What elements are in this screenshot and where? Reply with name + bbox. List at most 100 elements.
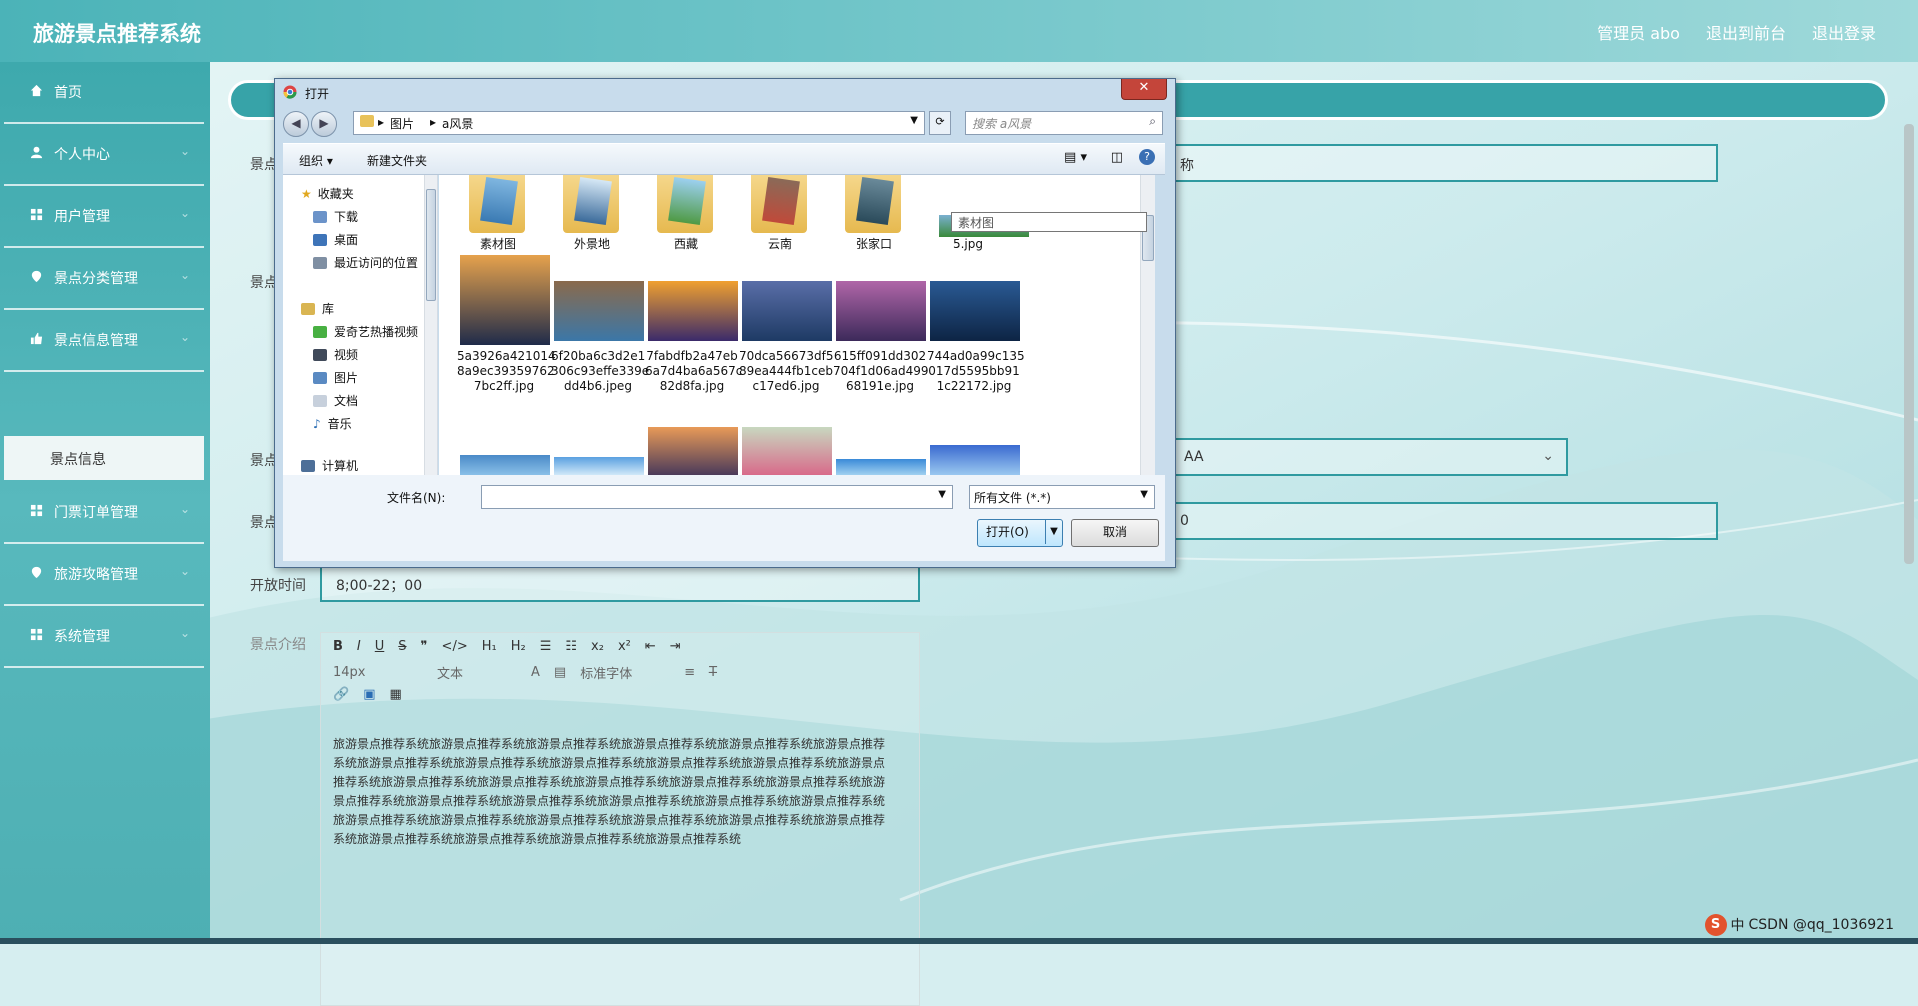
font-color-icon[interactable]: A: [531, 665, 540, 680]
image-thumbnail[interactable]: [742, 427, 832, 475]
category-select[interactable]: AA ⌄: [1170, 438, 1568, 476]
h1-button[interactable]: H₁: [482, 639, 497, 654]
cancel-button[interactable]: 取消: [1071, 519, 1159, 547]
editor-content[interactable]: 旅游景点推荐系统旅游景点推荐系统旅游景点推荐系统旅游景点推荐系统旅游景点推荐系统…: [333, 735, 893, 849]
rich-text-editor[interactable]: B I U S ❞ </> H₁ H₂ ☰ ☷ x₂ x² ⇤ ⇥ 14px 文…: [320, 632, 920, 1006]
refresh-button[interactable]: ⟳: [929, 111, 951, 135]
folder-item[interactable]: [653, 175, 717, 243]
font-size-select[interactable]: 14px: [333, 665, 423, 680]
file-label[interactable]: 615ff091dd302 704f1d06ad499 68191e.jpg: [833, 349, 929, 394]
quote-button[interactable]: ❞: [421, 639, 428, 654]
bullet-list-button[interactable]: ☷: [565, 639, 577, 654]
image-thumbnail[interactable]: [648, 427, 738, 475]
price-field[interactable]: 0: [1170, 502, 1718, 540]
open-button[interactable]: 打开(O) ▼: [977, 519, 1063, 547]
sidebar-item-guides[interactable]: 旅游攻略管理 ⌄: [4, 544, 204, 606]
underline-button[interactable]: U: [375, 639, 385, 654]
image-thumbnail[interactable]: [648, 281, 738, 341]
tree-item-downloads[interactable]: 下载: [313, 208, 358, 225]
ordered-list-button[interactable]: ☰: [540, 639, 552, 654]
align-icon[interactable]: ≡: [684, 665, 695, 680]
help-icon[interactable]: ?: [1139, 149, 1155, 165]
ime-language[interactable]: 中: [1731, 915, 1745, 935]
preview-pane-icon[interactable]: ◫: [1111, 150, 1123, 165]
folder-item[interactable]: [559, 175, 623, 243]
chevron-down-icon[interactable]: ▼: [1045, 520, 1062, 544]
outdent-button[interactable]: ⇤: [645, 639, 656, 654]
close-button[interactable]: ✕: [1121, 79, 1167, 100]
sidebar-item-category[interactable]: 景点分类管理 ⌄: [4, 248, 204, 310]
tree-item-documents[interactable]: 文档: [313, 392, 358, 409]
tree-item-desktop[interactable]: 桌面: [313, 231, 358, 248]
code-button[interactable]: </>: [442, 639, 468, 654]
image-thumbnail[interactable]: [836, 281, 926, 341]
image-thumbnail[interactable]: [742, 281, 832, 341]
folder-item[interactable]: [747, 175, 811, 243]
sidebar-item-personal[interactable]: 个人中心 ⌄: [4, 124, 204, 186]
image-thumbnail[interactable]: [460, 255, 550, 345]
image-thumbnail[interactable]: [554, 457, 644, 475]
name-field[interactable]: 称: [1170, 144, 1718, 182]
folder-item[interactable]: [465, 175, 529, 243]
italic-button[interactable]: I: [357, 639, 361, 654]
sidebar-item-home[interactable]: 首页: [4, 62, 204, 124]
chevron-down-icon[interactable]: ▼: [938, 489, 946, 500]
tree-item-favorites[interactable]: ★ 收藏夹: [301, 185, 354, 202]
clear-format-icon[interactable]: T̶: [709, 665, 717, 680]
chevron-down-icon[interactable]: ▼: [910, 115, 918, 126]
superscript-button[interactable]: x²: [618, 639, 631, 654]
page-scrollbar[interactable]: [1904, 124, 1914, 564]
breadcrumb-pictures[interactable]: 图片: [390, 115, 414, 132]
strike-button[interactable]: S: [398, 639, 406, 654]
admin-user-label[interactable]: 管理员 abo: [1597, 20, 1680, 44]
tree-item-videos[interactable]: 视频: [313, 346, 358, 363]
breadcrumb-folder[interactable]: a风景: [442, 115, 473, 132]
bold-button[interactable]: B: [333, 639, 343, 654]
file-label[interactable]: 7fabdfb2a47eb 6a7d4ba6a567c 82d8fa.jpg: [645, 349, 742, 394]
tree-item-pictures[interactable]: 图片: [313, 369, 358, 386]
image-thumbnail[interactable]: [460, 455, 550, 475]
subscript-button[interactable]: x₂: [591, 639, 604, 654]
file-type-select[interactable]: 所有文件 (*.*) ▼: [969, 485, 1155, 509]
nav-scrollbar[interactable]: [424, 175, 437, 475]
open-time-field[interactable]: 8;00-22；00: [320, 564, 920, 602]
back-button[interactable]: ◀: [283, 111, 309, 137]
video-icon[interactable]: ▦: [389, 687, 401, 702]
file-label[interactable]: 744ad0a99c135 017d5595bb91 1c22172.jpg: [927, 349, 1025, 394]
nav-scrollbar-thumb[interactable]: [426, 189, 436, 301]
h2-button[interactable]: H₂: [511, 639, 526, 654]
sidebar-item-system[interactable]: 系统管理 ⌄: [4, 606, 204, 668]
font-family-select[interactable]: 标准字体: [580, 663, 670, 682]
sidebar-subitem-spot-info[interactable]: 景点信息: [4, 436, 204, 480]
exit-to-front-link[interactable]: 退出到前台: [1706, 20, 1786, 44]
image-thumbnail[interactable]: [930, 445, 1020, 475]
search-input[interactable]: 搜索 a风景 ⌕: [965, 111, 1163, 135]
view-options-icon[interactable]: ▤ ▾: [1064, 150, 1087, 165]
text-type-select[interactable]: 文本: [437, 663, 517, 682]
image-icon[interactable]: ▣: [363, 687, 375, 702]
folder-item[interactable]: [841, 175, 905, 243]
indent-button[interactable]: ⇥: [670, 639, 681, 654]
image-thumbnail[interactable]: [836, 459, 926, 475]
background-color-icon[interactable]: ▤: [554, 665, 566, 680]
logout-link[interactable]: 退出登录: [1812, 20, 1876, 44]
forward-button[interactable]: ▶: [311, 111, 337, 137]
sidebar-item-users[interactable]: 用户管理 ⌄: [4, 186, 204, 248]
file-label[interactable]: 70dca56673df5 89ea444fb1ceb c17ed6.jpg: [739, 349, 834, 394]
tree-item-library[interactable]: 库: [301, 300, 334, 317]
sidebar-item-tickets[interactable]: 门票订单管理 ⌄: [4, 482, 204, 544]
tree-item-iqiyi[interactable]: 爱奇艺热播视频: [313, 323, 418, 340]
tree-item-computer[interactable]: 计算机: [301, 457, 358, 474]
tree-item-recent[interactable]: 最近访问的位置: [313, 254, 418, 271]
filename-input[interactable]: ▼: [481, 485, 953, 509]
file-label[interactable]: 6f20ba6c3d2e1 306c93effe339e dd4b6.jpeg: [551, 349, 649, 394]
file-label[interactable]: 5a3926a421014 8a9ec39359762 7bc2ff.jpg: [457, 349, 556, 394]
tree-item-music[interactable]: ♪ 音乐: [313, 415, 352, 432]
link-icon[interactable]: 🔗: [333, 687, 349, 702]
sidebar-item-spot-info[interactable]: 景点信息管理 ⌄: [4, 310, 204, 372]
address-bar[interactable]: ▸ 图片 ▸ a风景 ▼: [353, 111, 925, 135]
image-thumbnail[interactable]: [554, 281, 644, 341]
image-thumbnail[interactable]: [930, 281, 1020, 341]
new-folder-button[interactable]: 新建文件夹: [367, 152, 427, 169]
organize-button[interactable]: 组织 ▾: [299, 152, 333, 169]
